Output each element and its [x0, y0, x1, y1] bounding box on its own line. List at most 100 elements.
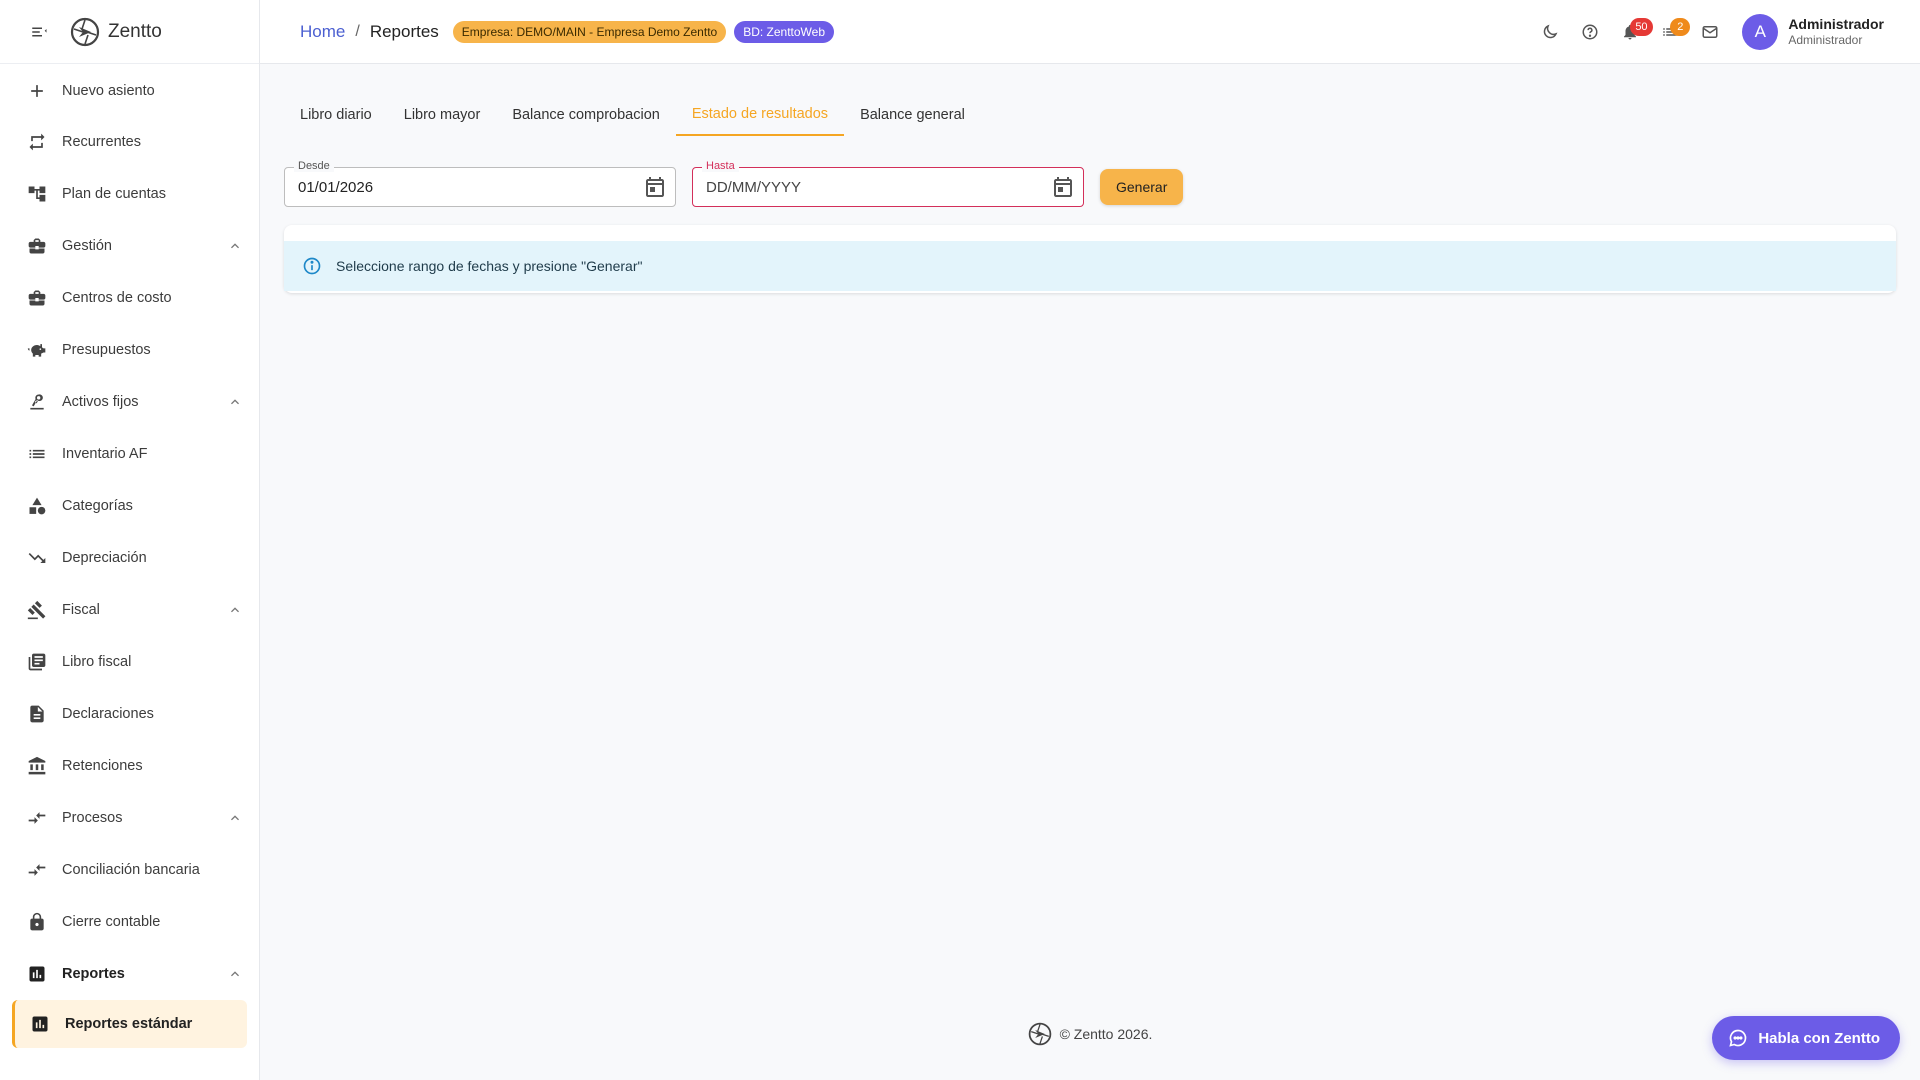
sidebar-item-label: Reportes estándar	[65, 1016, 193, 1032]
desde-value[interactable]: 01/01/2026	[298, 179, 643, 196]
sidebar-item-label: Procesos	[62, 810, 123, 826]
info-icon	[302, 256, 322, 276]
sidebar-item-label: Categorías	[62, 498, 133, 514]
repeat-icon	[26, 131, 48, 153]
sidebar-item-cierre-contable[interactable]: Cierre contable	[0, 896, 259, 948]
sidebar-item-retenciones[interactable]: Retenciones	[0, 740, 259, 792]
chevron-up-icon[interactable]	[227, 810, 243, 826]
chevron-up-icon[interactable]	[227, 966, 243, 982]
sidebar-item-recurrentes[interactable]: Recurrentes	[0, 116, 259, 168]
briefcase-icon	[26, 287, 48, 309]
footer-copyright: © Zentto 2026.	[1059, 1026, 1153, 1042]
sidebar-item-centros-de-costo[interactable]: Centros de costo	[0, 272, 259, 324]
trending-down-icon	[26, 547, 48, 569]
desde-date-field[interactable]: Desde 01/01/2026	[284, 160, 676, 207]
chevron-up-icon[interactable]	[227, 394, 243, 410]
sidebar-group-gestion[interactable]: Gestión	[0, 220, 259, 272]
sidebar-nav: Nuevo asiento Recurrentes Plan de cuenta…	[0, 64, 259, 1048]
sidebar-item-label: Presupuestos	[62, 342, 151, 358]
hasta-label: Hasta	[702, 160, 739, 172]
header-actions: 50 2 A Administrador Administrador	[1530, 0, 1884, 64]
sidebar-item-label: Conciliación bancaria	[62, 862, 200, 878]
tasks-count-badge: 2	[1670, 18, 1691, 36]
breadcrumb-separator: /	[355, 22, 360, 40]
sidebar-item-label: Plan de cuentas	[62, 186, 166, 202]
compare-arrows-icon	[26, 807, 48, 829]
chat-button-label: Habla con Zentto	[1758, 1029, 1880, 1047]
sidebar-item-label: Gestión	[62, 238, 112, 254]
gavel-icon	[26, 599, 48, 621]
database-badge: BD: ZenttoWeb	[734, 20, 835, 43]
chevron-up-icon[interactable]	[227, 238, 243, 254]
sidebar: Zentto Nuevo asiento Recurrentes Plan de…	[0, 0, 260, 1080]
sidebar-item-categorias[interactable]: Categorías	[0, 480, 259, 532]
info-alert-message: Seleccione rango de fechas y presione "G…	[336, 258, 643, 274]
sidebar-item-presupuestos[interactable]: Presupuestos	[0, 324, 259, 376]
user-role: Administrador	[1788, 33, 1863, 48]
hasta-date-field[interactable]: Hasta DD/MM/YYYY	[692, 160, 1084, 207]
sidebar-item-label: Activos fijos	[62, 394, 139, 410]
desde-label: Desde	[294, 160, 334, 172]
sidebar-item-declaraciones[interactable]: Declaraciones	[0, 688, 259, 740]
notifications-bell-icon[interactable]: 50	[1610, 12, 1653, 52]
dark-mode-toggle-icon[interactable]	[1530, 12, 1570, 52]
avatar[interactable]: A	[1742, 14, 1779, 50]
help-icon[interactable]	[1570, 12, 1610, 52]
bar-chart-icon	[29, 1013, 51, 1035]
chat-with-zentto-button[interactable]: Habla con Zentto	[1712, 1016, 1900, 1060]
book-icon	[26, 651, 48, 673]
sidebar-item-plan-de-cuentas[interactable]: Plan de cuentas	[0, 168, 259, 220]
sidebar-item-label: Declaraciones	[62, 706, 154, 722]
document-icon	[26, 703, 48, 725]
footer: © Zentto 2026.	[260, 1022, 1920, 1046]
empresa-badge: Empresa: DEMO/MAIN - Empresa Demo Zentto	[452, 20, 727, 43]
sidebar-item-nuevo-asiento[interactable]: Nuevo asiento	[0, 66, 259, 116]
briefcase-icon	[26, 235, 48, 257]
info-alert: Seleccione rango de fechas y presione "G…	[284, 241, 1896, 291]
zentto-logo-icon	[1028, 1022, 1052, 1046]
calendar-icon[interactable]	[643, 175, 667, 199]
brand-name: Zentto	[108, 20, 162, 42]
sidebar-item-label: Nuevo asiento	[62, 83, 155, 99]
tab-balance-general[interactable]: Balance general	[844, 94, 981, 136]
sidebar-item-reportes-estandar[interactable]: Reportes estándar	[12, 1000, 247, 1048]
tasks-list-icon[interactable]: 2	[1650, 12, 1691, 52]
tab-balance-comprobacion[interactable]: Balance comprobacion	[496, 94, 676, 136]
bar-chart-icon	[26, 963, 48, 985]
sidebar-group-activos-fijos[interactable]: Activos fijos	[0, 376, 259, 428]
user-name: Administrador	[1788, 15, 1884, 32]
sidebar-item-label: Depreciación	[62, 550, 147, 566]
chevron-up-icon[interactable]	[227, 602, 243, 618]
top-header: Home / Reportes Empresa: DEMO/MAIN - Emp…	[260, 0, 1920, 64]
account-tree-icon	[26, 183, 48, 205]
main-content: Libro diario Libro mayor Balance comprob…	[260, 64, 1920, 1080]
category-icon	[26, 495, 48, 517]
tab-estado-de-resultados[interactable]: Estado de resultados	[675, 94, 845, 136]
sidebar-item-inventario-af[interactable]: Inventario AF	[0, 428, 259, 480]
date-filters: Desde 01/01/2026 Hasta DD/MM/YYYY Genera…	[284, 160, 1184, 207]
sidebar-item-label: Retenciones	[62, 758, 143, 774]
zentto-logo-icon	[70, 17, 100, 47]
mail-icon[interactable]	[1690, 12, 1730, 52]
sidebar-item-label: Inventario AF	[62, 446, 148, 462]
sidebar-item-libro-fiscal[interactable]: Libro fiscal	[0, 636, 259, 688]
sidebar-item-label: Fiscal	[62, 602, 100, 618]
sidebar-item-conciliacion-bancaria[interactable]: Conciliación bancaria	[0, 844, 259, 896]
sidebar-item-depreciacion[interactable]: Depreciación	[0, 532, 259, 584]
report-tabs: Libro diario Libro mayor Balance comprob…	[284, 94, 981, 136]
sidebar-item-label: Reportes	[62, 966, 125, 982]
calendar-icon[interactable]	[1051, 175, 1075, 199]
user-info[interactable]: Administrador Administrador	[1788, 16, 1884, 49]
tab-libro-diario[interactable]: Libro diario	[284, 94, 388, 136]
sidebar-item-label: Centros de costo	[62, 290, 172, 306]
generate-button[interactable]: Generar	[1100, 169, 1184, 205]
menu-collapse-icon[interactable]	[28, 21, 50, 43]
piggy-bank-icon	[26, 339, 48, 361]
hasta-placeholder[interactable]: DD/MM/YYYY	[706, 179, 1051, 196]
sidebar-group-fiscal[interactable]: Fiscal	[0, 584, 259, 636]
sidebar-group-procesos[interactable]: Procesos	[0, 792, 259, 844]
tab-libro-mayor[interactable]: Libro mayor	[388, 94, 497, 136]
breadcrumb-home-link[interactable]: Home	[300, 22, 345, 42]
sidebar-group-reportes[interactable]: Reportes	[0, 948, 259, 1000]
list-icon	[26, 443, 48, 465]
